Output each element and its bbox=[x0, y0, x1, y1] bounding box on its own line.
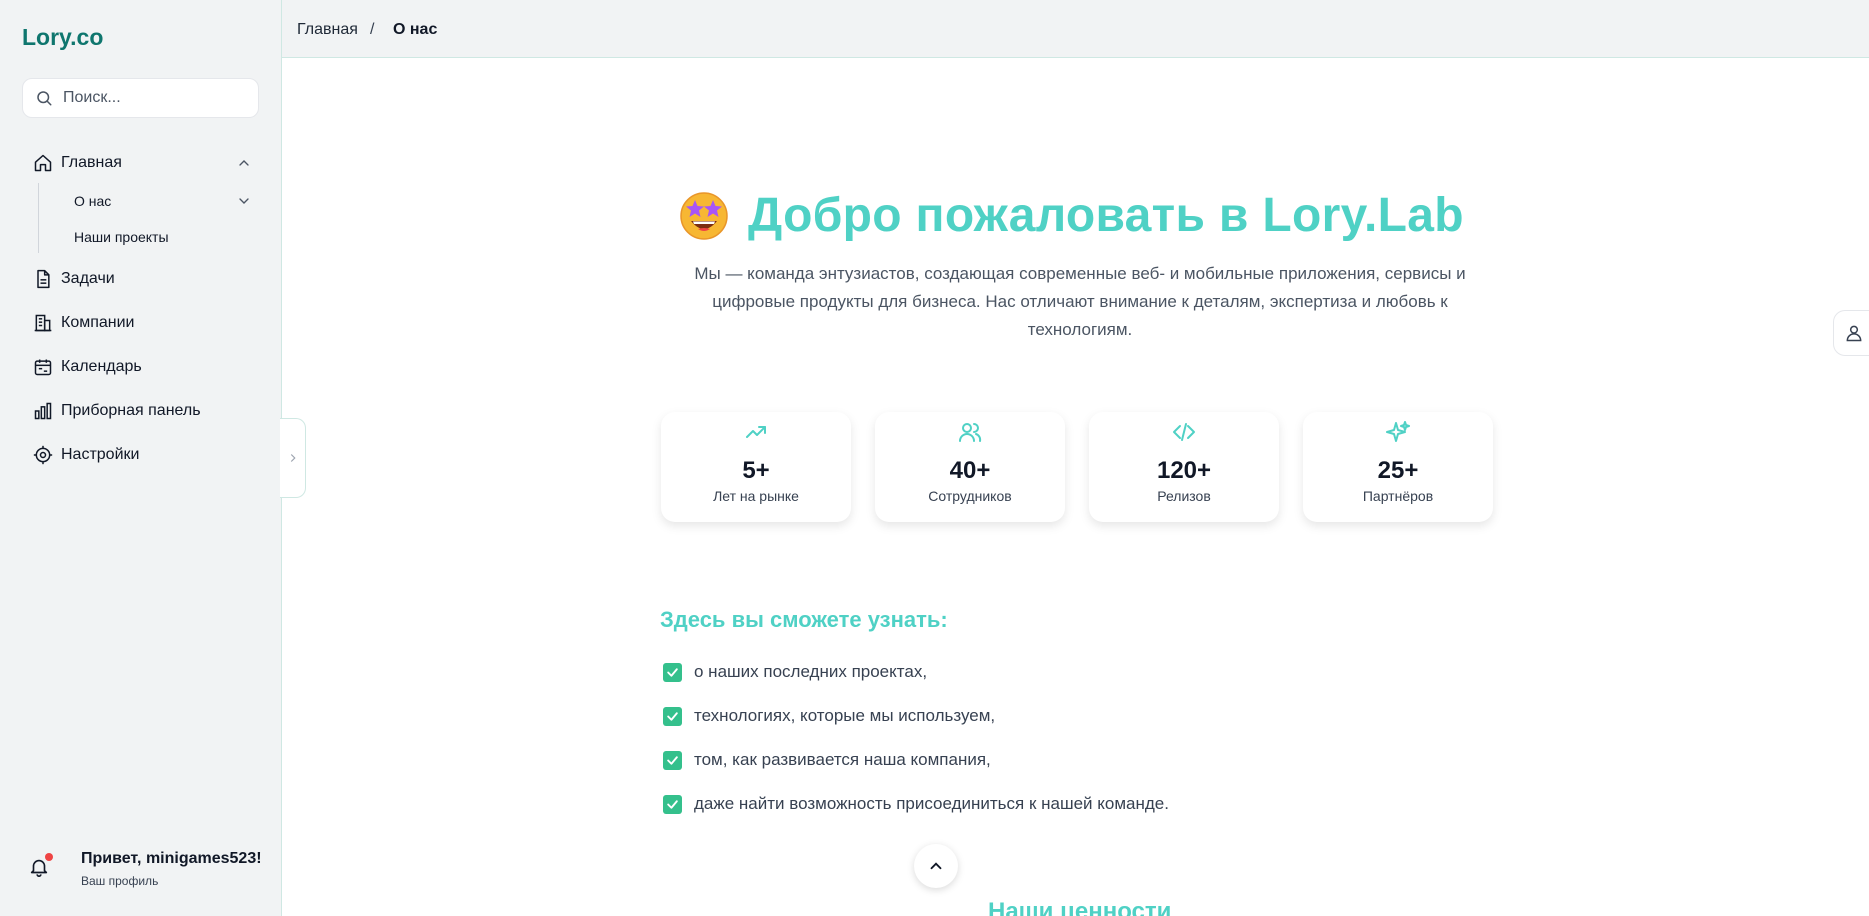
sidebar-item-companies[interactable]: Компании bbox=[33, 310, 135, 336]
sidebar: Lory.co Главная О нас Наши проекты Задач… bbox=[0, 0, 282, 916]
sidebar-item-label: Компании bbox=[61, 314, 135, 331]
checkmark-icon bbox=[663, 794, 682, 814]
notification-badge bbox=[45, 853, 53, 861]
list-item-text: технологиях, которые мы используем, bbox=[694, 706, 996, 725]
bar-chart-icon bbox=[33, 401, 53, 421]
list-item: даже найти возможность присоединиться к … bbox=[663, 793, 1169, 815]
stat-label: Лет на рынке bbox=[713, 488, 799, 504]
stat-value: 25+ bbox=[1377, 457, 1419, 484]
stat-value: 5+ bbox=[742, 457, 770, 484]
stat-card-employees: 40+ Сотрудников bbox=[875, 412, 1065, 522]
hero-heading: Добро пожаловать в Lory.Lab bbox=[748, 188, 1464, 242]
chevron-up-icon bbox=[930, 862, 942, 870]
list-item-text: даже найти возможность присоединиться к … bbox=[694, 794, 1169, 813]
learn-heading: Здесь вы сможете узнать: bbox=[660, 607, 948, 632]
hero-description: Мы — команда энтузиастов, создающая совр… bbox=[694, 264, 1466, 339]
sidebar-item-label: Настройки bbox=[61, 446, 140, 463]
trending-up-icon bbox=[746, 426, 766, 438]
sidebar-item-tasks[interactable]: Задачи bbox=[33, 266, 115, 292]
sidebar-item-home[interactable]: Главная bbox=[33, 150, 122, 176]
chevron-up-icon[interactable] bbox=[236, 155, 252, 171]
sparkles-icon bbox=[1386, 421, 1410, 442]
user-greeting: Привет, minigames523! bbox=[81, 850, 262, 867]
code-icon bbox=[1173, 423, 1195, 441]
checkmark-icon bbox=[663, 750, 682, 770]
sidebar-item-label: Главная bbox=[61, 154, 122, 171]
breadcrumb-current: О нас bbox=[393, 21, 438, 38]
document-icon bbox=[33, 269, 53, 289]
sidebar-item-dashboard[interactable]: Приборная панель bbox=[33, 398, 201, 424]
sidebar-item-calendar[interactable]: Календарь bbox=[33, 354, 142, 380]
gear-icon bbox=[33, 445, 53, 465]
search-input[interactable] bbox=[63, 89, 243, 107]
logo[interactable]: Lory.co bbox=[22, 24, 103, 51]
list-item: технологиях, которые мы используем, bbox=[663, 705, 995, 727]
chevron-down-icon[interactable] bbox=[236, 193, 252, 209]
users-icon bbox=[959, 423, 982, 442]
profile-panel-button[interactable] bbox=[1833, 310, 1869, 356]
stat-label: Сотрудников bbox=[928, 488, 1012, 504]
list-item-text: том, как развивается наша компания, bbox=[694, 750, 991, 769]
stat-value: 120+ bbox=[1156, 457, 1212, 484]
sidebar-item-label: Календарь bbox=[61, 358, 142, 375]
search-box[interactable] bbox=[22, 78, 259, 118]
list-item: о наших последних проектах, bbox=[663, 661, 927, 683]
stat-label: Партнёров bbox=[1362, 488, 1434, 504]
submenu-divider bbox=[38, 183, 39, 253]
stat-value: 40+ bbox=[949, 457, 991, 484]
user-icon bbox=[1846, 325, 1861, 342]
page-title: Добро пожаловать в Lory.Lab bbox=[678, 180, 1464, 250]
values-heading: Наши ценности bbox=[988, 898, 1172, 916]
stat-card-releases: 120+ Релизов bbox=[1089, 412, 1279, 522]
stat-card-years: 5+ Лет на рынке bbox=[661, 412, 851, 522]
breadcrumb: Главная / О нас bbox=[282, 0, 1869, 58]
user-profile-link[interactable]: Ваш профиль bbox=[81, 874, 158, 888]
checkmark-icon bbox=[663, 706, 682, 726]
sidebar-item-label: Приборная панель bbox=[61, 402, 201, 419]
sidebar-toggle-button[interactable] bbox=[280, 418, 306, 498]
chevron-right-icon bbox=[290, 454, 296, 462]
user-profile[interactable]: Привет, minigames523! Ваш профиль bbox=[0, 830, 282, 900]
scroll-to-top-button[interactable] bbox=[914, 844, 958, 888]
list-item: том, как развивается наша компания, bbox=[663, 749, 991, 771]
search-icon bbox=[37, 91, 52, 106]
sidebar-item-label: Задачи bbox=[61, 270, 115, 287]
sidebar-item-settings[interactable]: Настройки bbox=[33, 442, 139, 468]
star-struck-emoji-icon bbox=[680, 192, 728, 240]
calendar-icon bbox=[33, 357, 53, 377]
sidebar-subitem-about[interactable]: О нас bbox=[74, 193, 111, 209]
breadcrumb-home[interactable]: Главная bbox=[297, 21, 358, 39]
building-icon bbox=[33, 313, 53, 333]
breadcrumb-separator: / bbox=[370, 21, 375, 38]
home-icon bbox=[33, 153, 53, 173]
stat-card-partners: 25+ Партнёров bbox=[1303, 412, 1493, 522]
sidebar-subitem-projects[interactable]: Наши проекты bbox=[74, 229, 169, 245]
checkmark-icon bbox=[663, 662, 682, 682]
stat-label: Релизов bbox=[1157, 488, 1211, 504]
list-item-text: о наших последних проектах, bbox=[694, 662, 928, 681]
